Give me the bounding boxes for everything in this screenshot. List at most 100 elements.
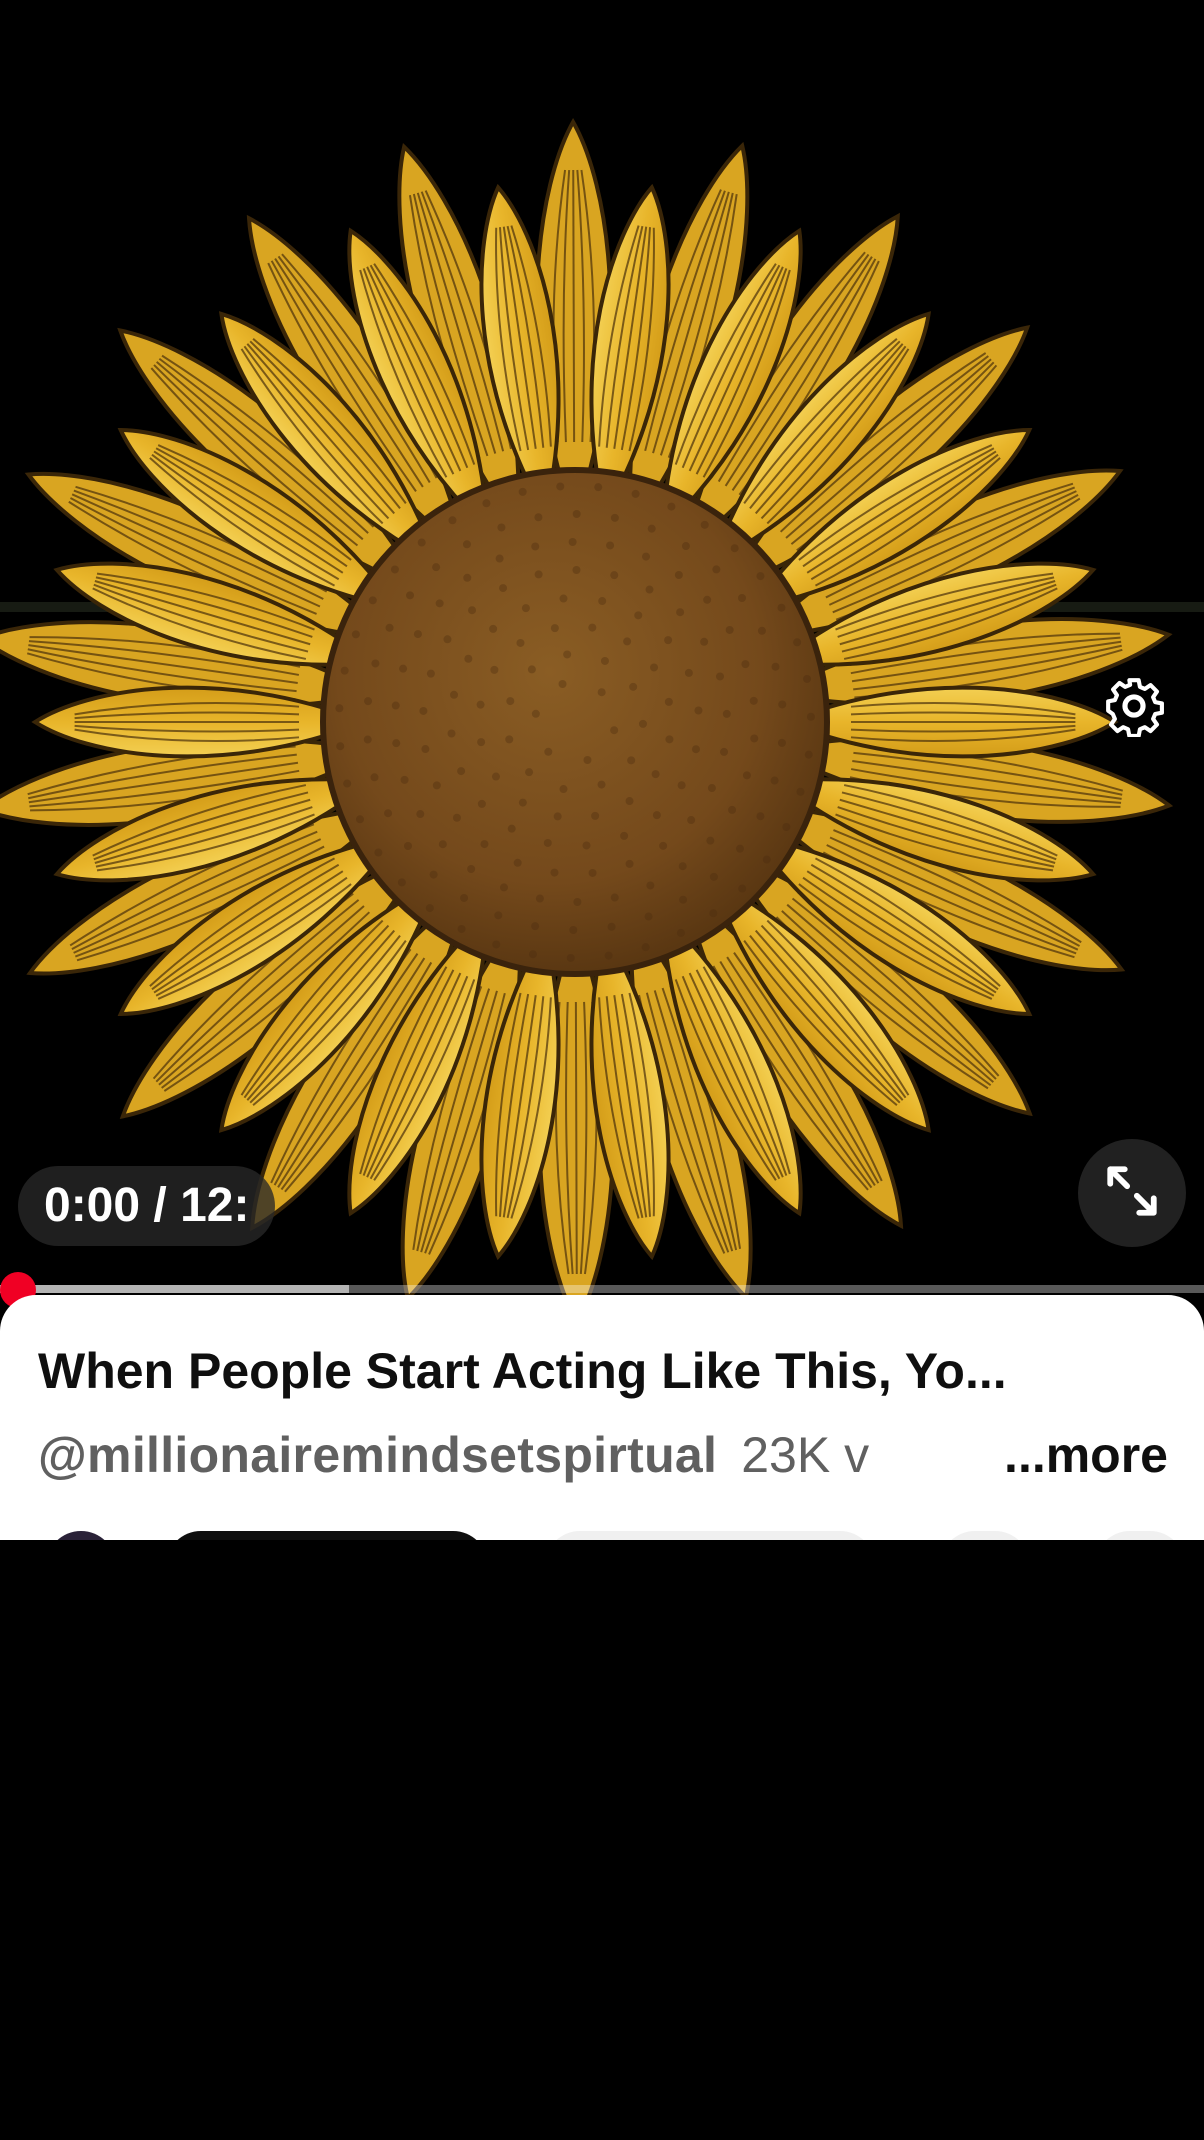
- sunflower-center: [320, 467, 830, 977]
- sunflower-seed: [521, 604, 530, 613]
- channel-avatar[interactable]: [46, 1531, 116, 1540]
- sunflower-seed: [448, 516, 457, 525]
- sunflower-seed: [550, 624, 559, 633]
- sunflower-seed: [681, 542, 690, 551]
- sunflower-seed: [336, 742, 345, 751]
- sunflower-seed: [355, 815, 364, 824]
- sunflower-seed: [625, 859, 634, 868]
- sunflower-seed: [676, 608, 685, 617]
- sunflower-seed: [694, 706, 703, 715]
- sunflower-seed: [518, 487, 527, 496]
- sunflower-seed: [679, 895, 688, 904]
- sunflower-seed: [678, 862, 687, 871]
- sunflower-seed: [651, 770, 660, 779]
- sunflower-seed: [778, 700, 787, 709]
- sunflower-seed: [476, 700, 485, 709]
- sunflower-seed: [627, 756, 636, 765]
- sunflower-seed: [749, 696, 758, 705]
- sunflower-seed: [550, 868, 559, 877]
- sunflower-seed: [438, 840, 447, 849]
- sunflower-seed: [335, 704, 344, 713]
- sunflower-seed: [700, 637, 709, 646]
- sunflower-seed: [756, 812, 765, 821]
- more-button[interactable]: ...more: [944, 1423, 1168, 1487]
- sunflower-seed: [497, 523, 506, 532]
- sunflower-seed: [429, 870, 438, 879]
- subscribe-button[interactable]: [166, 1531, 488, 1540]
- sunflower-seed: [664, 636, 673, 645]
- sunflower-seed: [495, 554, 504, 563]
- settings-gear-icon[interactable]: [1100, 672, 1168, 740]
- sunflower-seed: [518, 798, 527, 807]
- sunflower-seed: [709, 909, 718, 918]
- sunflower-seed: [583, 756, 592, 765]
- sunflower-seed: [364, 697, 373, 706]
- sunflower-seed: [371, 659, 380, 668]
- sunflower-seed: [782, 823, 791, 832]
- sunflower-seed: [443, 635, 452, 644]
- sunflower-seed: [631, 489, 640, 498]
- sunflower-seed: [709, 872, 718, 881]
- sunflower-seed: [707, 784, 716, 793]
- sunflower-seed: [480, 840, 489, 849]
- sunflower-seed: [467, 865, 476, 874]
- sunflower-seed: [604, 951, 613, 960]
- sunflower-seed: [426, 669, 435, 678]
- fullscreen-button[interactable]: [1078, 1139, 1186, 1247]
- sunflower-seed: [435, 599, 444, 608]
- sunflower-seed: [594, 483, 603, 492]
- sunflower-seed: [730, 544, 739, 553]
- sunflower-seed: [607, 922, 616, 931]
- sunflower-seed: [793, 638, 802, 647]
- sunflower-seed: [425, 904, 434, 913]
- sunflower-seed: [534, 513, 543, 522]
- sunflower-seed: [421, 745, 430, 754]
- sunflower-seed: [477, 799, 486, 808]
- sunflower-seed: [597, 780, 606, 789]
- sunflower-seed: [505, 735, 514, 744]
- sunflower-seed: [553, 812, 562, 821]
- sunflower-seed: [391, 701, 400, 710]
- sunflower-seed: [568, 538, 577, 547]
- sunflower-seed: [606, 541, 615, 550]
- sunflower-seed: [756, 572, 765, 581]
- sunflower-seed: [770, 776, 779, 785]
- fullscreen-expand-icon: [1103, 1162, 1161, 1225]
- sunflower-seed: [558, 679, 567, 688]
- sunflower-seed: [340, 666, 349, 675]
- sunflower-seed: [750, 734, 759, 743]
- sunflower-seed: [400, 775, 409, 784]
- video-title[interactable]: When People Start Acting Like This, Yo..…: [38, 1341, 1168, 1401]
- sunflower-seed: [460, 893, 469, 902]
- video-player[interactable]: 0:00 / 12:: [0, 0, 1204, 1295]
- share-button[interactable]: [940, 1531, 1030, 1540]
- sunflower-seed: [720, 747, 729, 756]
- sunflower-seed: [516, 638, 525, 647]
- more-actions-button[interactable]: [1095, 1531, 1185, 1540]
- sunflower-seed: [665, 735, 674, 744]
- sunflower-seed: [413, 630, 422, 639]
- sunflower-seed: [623, 637, 632, 646]
- like-button[interactable]: [545, 1531, 875, 1540]
- progress-bar[interactable]: [0, 1285, 1204, 1293]
- sunflower-seed: [610, 571, 619, 580]
- sunflower-seed: [384, 809, 393, 818]
- sunflower-seed: [528, 950, 537, 959]
- sunflower-seed: [559, 785, 568, 794]
- sunflower-seed: [804, 750, 813, 759]
- sunflower-seed: [725, 625, 734, 634]
- sunflower-seed: [610, 893, 619, 902]
- sunflower-seed: [676, 928, 685, 937]
- sunflower-seed: [419, 706, 428, 715]
- sunflower-seed: [507, 824, 516, 833]
- sunflower-seed: [650, 663, 659, 672]
- sunflower-seed: [544, 747, 553, 756]
- sunflower-seed: [634, 611, 643, 620]
- progress-buffered: [0, 1285, 350, 1293]
- sunflower-seed: [450, 690, 459, 699]
- sunflower-seed: [374, 848, 383, 857]
- channel-handle[interactable]: @millionairemindsetspirtual: [38, 1427, 717, 1483]
- sunflower-seed: [588, 868, 597, 877]
- sunflower-seed: [600, 656, 609, 665]
- sunflower-seed: [527, 665, 536, 674]
